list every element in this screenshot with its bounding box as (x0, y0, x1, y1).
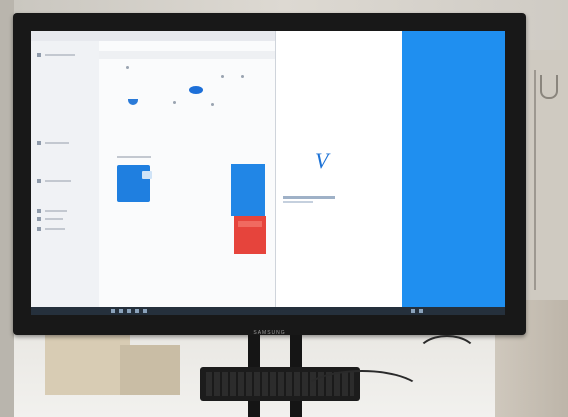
window-titlebar (31, 31, 275, 41)
sidebar-icon[interactable] (37, 227, 41, 231)
toolbar-dot-icon[interactable] (221, 75, 224, 78)
sidebar-icon[interactable] (37, 53, 41, 57)
taskbar-icon[interactable] (119, 309, 123, 313)
sidebar-item[interactable] (45, 228, 65, 230)
content-divider (117, 156, 151, 158)
sidebar-icon[interactable] (37, 141, 41, 145)
tile-tab (142, 171, 152, 179)
stylized-v-logo-icon: V (315, 148, 329, 173)
shelf-edge (534, 70, 536, 290)
taskbar-icon[interactable] (111, 309, 115, 313)
cardboard-box (45, 335, 130, 395)
toolbar-dot-icon[interactable] (211, 103, 214, 106)
toolbar-dot-icon[interactable] (126, 66, 129, 69)
red-tile-highlight (238, 221, 262, 227)
sidebar-icon[interactable] (37, 217, 41, 221)
sidebar-item[interactable] (45, 54, 75, 56)
window-toolbar (99, 51, 275, 59)
sidebar-item[interactable] (45, 218, 63, 220)
cable (300, 370, 424, 417)
taskbar-icon[interactable] (143, 309, 147, 313)
blue-pill-icon[interactable] (189, 86, 203, 94)
left-sidebar (31, 31, 99, 307)
toolbar-dot-icon[interactable] (173, 101, 176, 104)
logo: V (267, 147, 337, 177)
blue-right-pane (402, 31, 505, 307)
taskbar (31, 307, 505, 315)
sidebar-icon[interactable] (37, 179, 41, 183)
cable (415, 335, 479, 379)
sidebar-item[interactable] (45, 142, 69, 144)
sidebar-item[interactable] (45, 210, 67, 212)
taskbar-icon[interactable] (135, 309, 139, 313)
tray-icon[interactable] (411, 309, 415, 313)
sidebar-item[interactable] (45, 180, 71, 182)
taskbar-icon[interactable] (127, 309, 131, 313)
text-line (283, 196, 335, 199)
tray-icon[interactable] (419, 309, 423, 313)
text-line (283, 201, 313, 203)
toolbar-dot-icon[interactable] (241, 75, 244, 78)
screen: V (31, 31, 505, 315)
sidebar-icon[interactable] (37, 209, 41, 213)
left-edge (0, 0, 14, 417)
cardboard-box (120, 345, 180, 395)
photo-scene: SAMSUNG V (0, 0, 568, 417)
blue-panel[interactable] (231, 164, 265, 216)
hook-icon (540, 75, 558, 99)
